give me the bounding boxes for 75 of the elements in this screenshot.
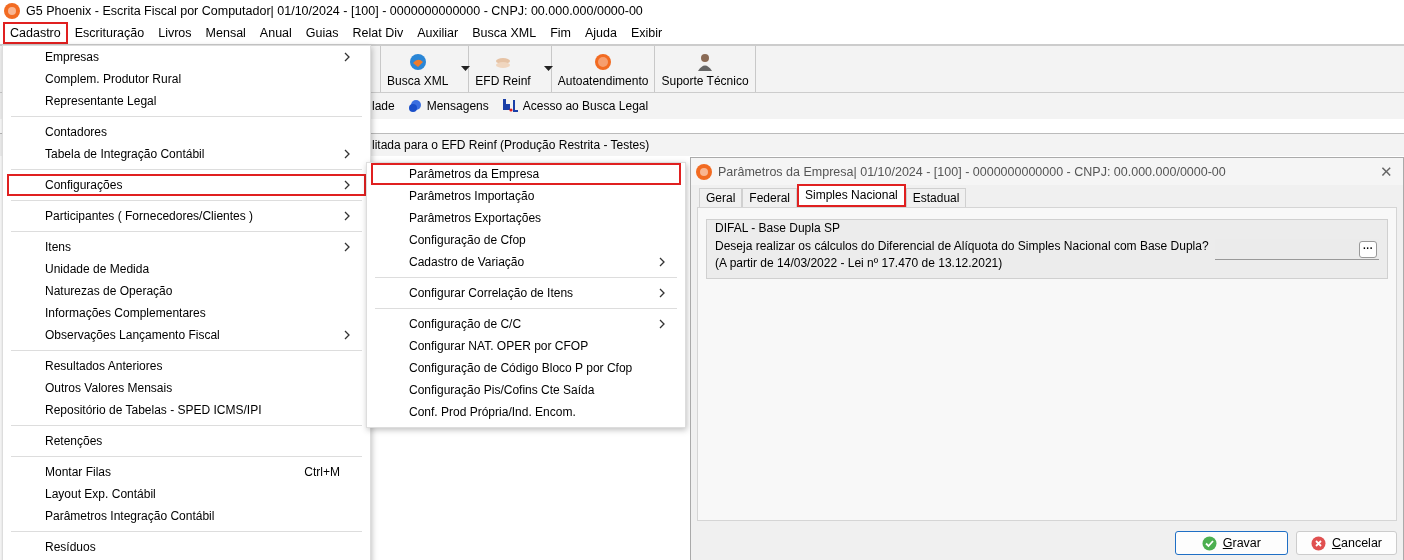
menu-bar-item[interactable]: Relat Div bbox=[345, 22, 411, 44]
menu-bar-item[interactable]: Mensal bbox=[198, 22, 253, 44]
app-logo-icon bbox=[4, 3, 20, 19]
lookup-field[interactable]: ··· bbox=[1214, 239, 1379, 260]
menu-item[interactable]: Unidade de Medida bbox=[7, 258, 366, 280]
tab[interactable]: Geral bbox=[699, 188, 743, 207]
menu-bar-item[interactable]: Cadastro bbox=[3, 22, 68, 44]
menu-bar-item[interactable]: Livros bbox=[151, 22, 199, 44]
cancel-icon bbox=[1310, 535, 1326, 551]
messages-icon bbox=[407, 99, 422, 113]
menu-item[interactable]: Complem. Produtor Rural bbox=[7, 68, 366, 90]
menu-item[interactable]: Empresas bbox=[7, 46, 366, 68]
menu-bar-item[interactable]: Fim bbox=[543, 22, 578, 44]
person-icon bbox=[697, 53, 714, 71]
app-logo-icon bbox=[696, 163, 712, 180]
menu-bar-item[interactable]: Busca XML bbox=[465, 22, 544, 44]
menu-item[interactable]: Montar Filas Ctrl+M bbox=[7, 461, 366, 483]
dialog-title: Parâmetros da Empresa| 01/10/2024 - [100] - 0000000000000 - CNPJ: 00.000.000/0000-00 bbox=[718, 164, 1227, 179]
menu-item[interactable]: Configurações bbox=[7, 174, 366, 196]
menu-item[interactable]: Configuração Pis/Cofins Cte Saída bbox=[371, 379, 681, 401]
menu-item[interactable]: Naturezas de Operação bbox=[7, 280, 366, 302]
menu-item[interactable]: Configurar NAT. OPER por CFOP bbox=[371, 335, 681, 357]
check-icon bbox=[1201, 535, 1217, 551]
menu-bar-item[interactable]: Escrituração bbox=[67, 22, 152, 44]
tab[interactable]: Simples Nacional bbox=[797, 184, 906, 207]
menu-item[interactable]: Layout Exp. Contábil bbox=[7, 483, 366, 505]
menu-item[interactable]: Parâmetros da Empresa bbox=[371, 163, 681, 185]
menu-item[interactable]: Repositório de Tabelas - SPED ICMS/IPI bbox=[7, 399, 366, 421]
coins-icon bbox=[494, 57, 513, 71]
menu-bar-item[interactable]: Exibir bbox=[623, 22, 670, 44]
toolbar-button[interactable]: Busca XML bbox=[380, 46, 470, 92]
save-button[interactable]: Gravar bbox=[1174, 531, 1288, 555]
menu-item[interactable]: Configurar Correlação de Itens bbox=[371, 282, 681, 304]
menu-item[interactable]: Configuração de C/C bbox=[371, 313, 681, 335]
note-text: (A partir de 14/03/2022 - Lei nº 17.470 de 13.12.2021) bbox=[715, 256, 1004, 270]
menu-item[interactable]: Configuração de Cfop bbox=[371, 229, 681, 251]
cancel-button[interactable]: Cancelar bbox=[1295, 531, 1397, 555]
menu-bar-item[interactable]: Anual bbox=[252, 22, 299, 44]
question-label: Deseja realizar os cálculos do Diferencial de Alíquota do Simples Nacional com Base Dupla? bbox=[715, 239, 1209, 253]
toolbar-link[interactable]: Mensagens bbox=[426, 99, 489, 113]
menu-item[interactable]: Contadores bbox=[7, 121, 366, 143]
menu-item[interactable]: Tabela de Integração Contábil bbox=[7, 143, 366, 165]
menu-item[interactable]: Parâmetros Integração Contábil bbox=[7, 505, 366, 527]
globe-icon bbox=[408, 53, 427, 71]
toolbar-link[interactable]: lade bbox=[372, 99, 395, 113]
menu-item[interactable]: Representante Legal bbox=[7, 90, 366, 112]
toolbar-button[interactable]: Suporte Técnico bbox=[655, 46, 756, 92]
menu-bar-item[interactable]: Auxiliar bbox=[410, 22, 466, 44]
menu-item[interactable]: Observações Lançamento Fiscal bbox=[7, 324, 366, 346]
legal-icon bbox=[501, 98, 518, 114]
menu-bar-item[interactable]: Ajuda bbox=[577, 22, 624, 44]
tab[interactable]: Estadual bbox=[905, 188, 967, 207]
menu-item[interactable]: Participantes ( Fornecedores/Clientes ) bbox=[7, 205, 366, 227]
group-title: DIFAL - Base Dupla SP bbox=[715, 221, 841, 235]
toolbar-link[interactable]: Acesso ao Busca Legal bbox=[522, 99, 649, 113]
menu-item[interactable]: Parâmetros Importação bbox=[371, 185, 681, 207]
toolbar-button[interactable]: Autoatendimento bbox=[551, 46, 656, 92]
menu-item[interactable]: Outros Valores Mensais bbox=[7, 377, 366, 399]
menu-item[interactable]: Itens bbox=[7, 236, 366, 258]
status-notice: litada para o EFD Reinf (Produção Restrita - Testes) bbox=[372, 138, 650, 152]
menu-item[interactable]: Resíduos bbox=[7, 536, 366, 558]
ellipsis-button[interactable]: ··· bbox=[1359, 240, 1377, 258]
menu-item[interactable]: Parâmetros Exportações bbox=[371, 207, 681, 229]
tab[interactable]: Federal bbox=[742, 188, 798, 207]
menu-item[interactable]: Conf. Prod Própria/Ind. Encom. bbox=[371, 401, 681, 423]
help-icon bbox=[594, 53, 613, 71]
close-button[interactable]: ✕ bbox=[1370, 162, 1403, 181]
toolbar-button[interactable]: EFD Reinf bbox=[469, 46, 552, 92]
window-title: G5 Phoenix - Escrita Fiscal por Computador| 01/10/2024 - [100] - 0000000000000 - CNPJ: 00.000.000/0000-00 bbox=[26, 4, 643, 18]
menu-bar-item[interactable]: Guias bbox=[298, 22, 346, 44]
menu-item[interactable]: Cadastro de Variação bbox=[371, 251, 681, 273]
menu-item[interactable]: Informações Complementares bbox=[7, 302, 366, 324]
menu-item[interactable]: Configuração de Código Bloco P por Cfop bbox=[371, 357, 681, 379]
menu-item[interactable]: Retenções bbox=[7, 430, 366, 452]
menu-item[interactable]: Resultados Anteriores bbox=[7, 355, 366, 377]
